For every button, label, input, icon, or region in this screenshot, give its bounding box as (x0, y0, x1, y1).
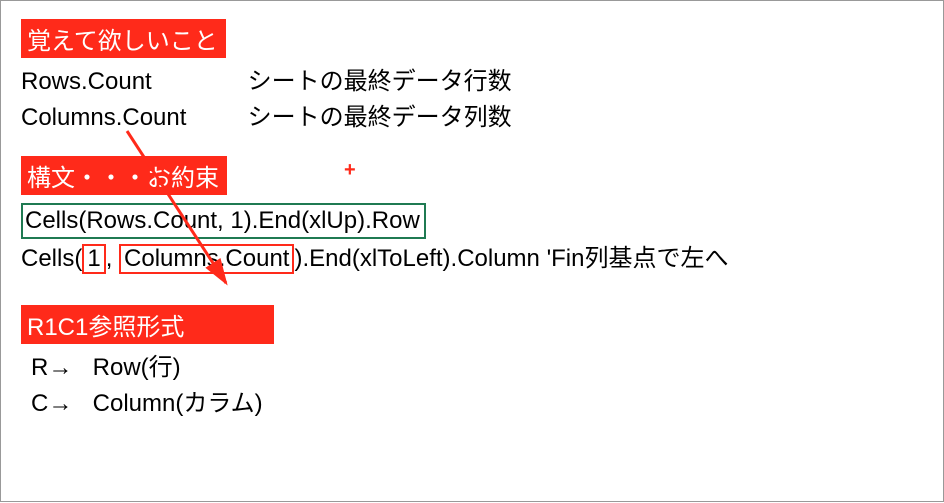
syntax-line-2: Cells(1, Columns.Count).End(xlToLeft).Co… (21, 241, 923, 277)
syntax-line-2-mid: , (106, 245, 119, 272)
r1c1-row-r-value: Row(行) (93, 354, 181, 381)
remember-row-2-code: Columns.Count (21, 100, 241, 136)
section-remember-header: 覚えて欲しいこと (21, 19, 226, 58)
syntax-line-2-box1: 1 (82, 244, 105, 273)
section-remember: 覚えて欲しいこと Rows.Count シートの最終データ行数 Columns.… (21, 19, 923, 136)
syntax-line-1: Cells(Rows.Count, 1).End(xlUp).Row (25, 207, 420, 234)
section-syntax: 構文・・・お約束 Cells(Rows.Count, 1).End(xlUp).… (21, 156, 923, 277)
r1c1-row-c: C→ Column(カラム) (21, 386, 923, 422)
remember-row-1: Rows.Count シートの最終データ行数 (21, 64, 923, 100)
remember-row-1-desc: シートの最終データ行数 (248, 64, 512, 100)
r1c1-row-c-label: C→ (21, 386, 86, 422)
r1c1-row-c-value: Column(カラム) (93, 390, 263, 417)
remember-row-1-code: Rows.Count (21, 64, 241, 100)
syntax-line-2-comment: 'Fin列基点で左へ (547, 245, 729, 272)
section-r1c1: R1C1参照形式 R→ Row(行) C→ Column(カラム) (21, 305, 923, 422)
syntax-line-2-pre: Cells( (21, 245, 82, 272)
remember-row-2: Columns.Count シートの最終データ列数 (21, 100, 923, 136)
syntax-line-2-box2: Columns.Count (119, 244, 294, 273)
r1c1-row-r: R→ Row(行) (21, 350, 923, 386)
syntax-line-2-post: ).End(xlToLeft).Column (294, 245, 546, 272)
section-syntax-header: 構文・・・お約束 (21, 156, 227, 195)
section-r1c1-header: R1C1参照形式 (21, 305, 274, 344)
syntax-line-1-box: Cells(Rows.Count, 1).End(xlUp).Row (21, 203, 426, 239)
remember-row-2-desc: シートの最終データ列数 (248, 100, 512, 136)
r1c1-row-r-label: R→ (21, 350, 86, 386)
